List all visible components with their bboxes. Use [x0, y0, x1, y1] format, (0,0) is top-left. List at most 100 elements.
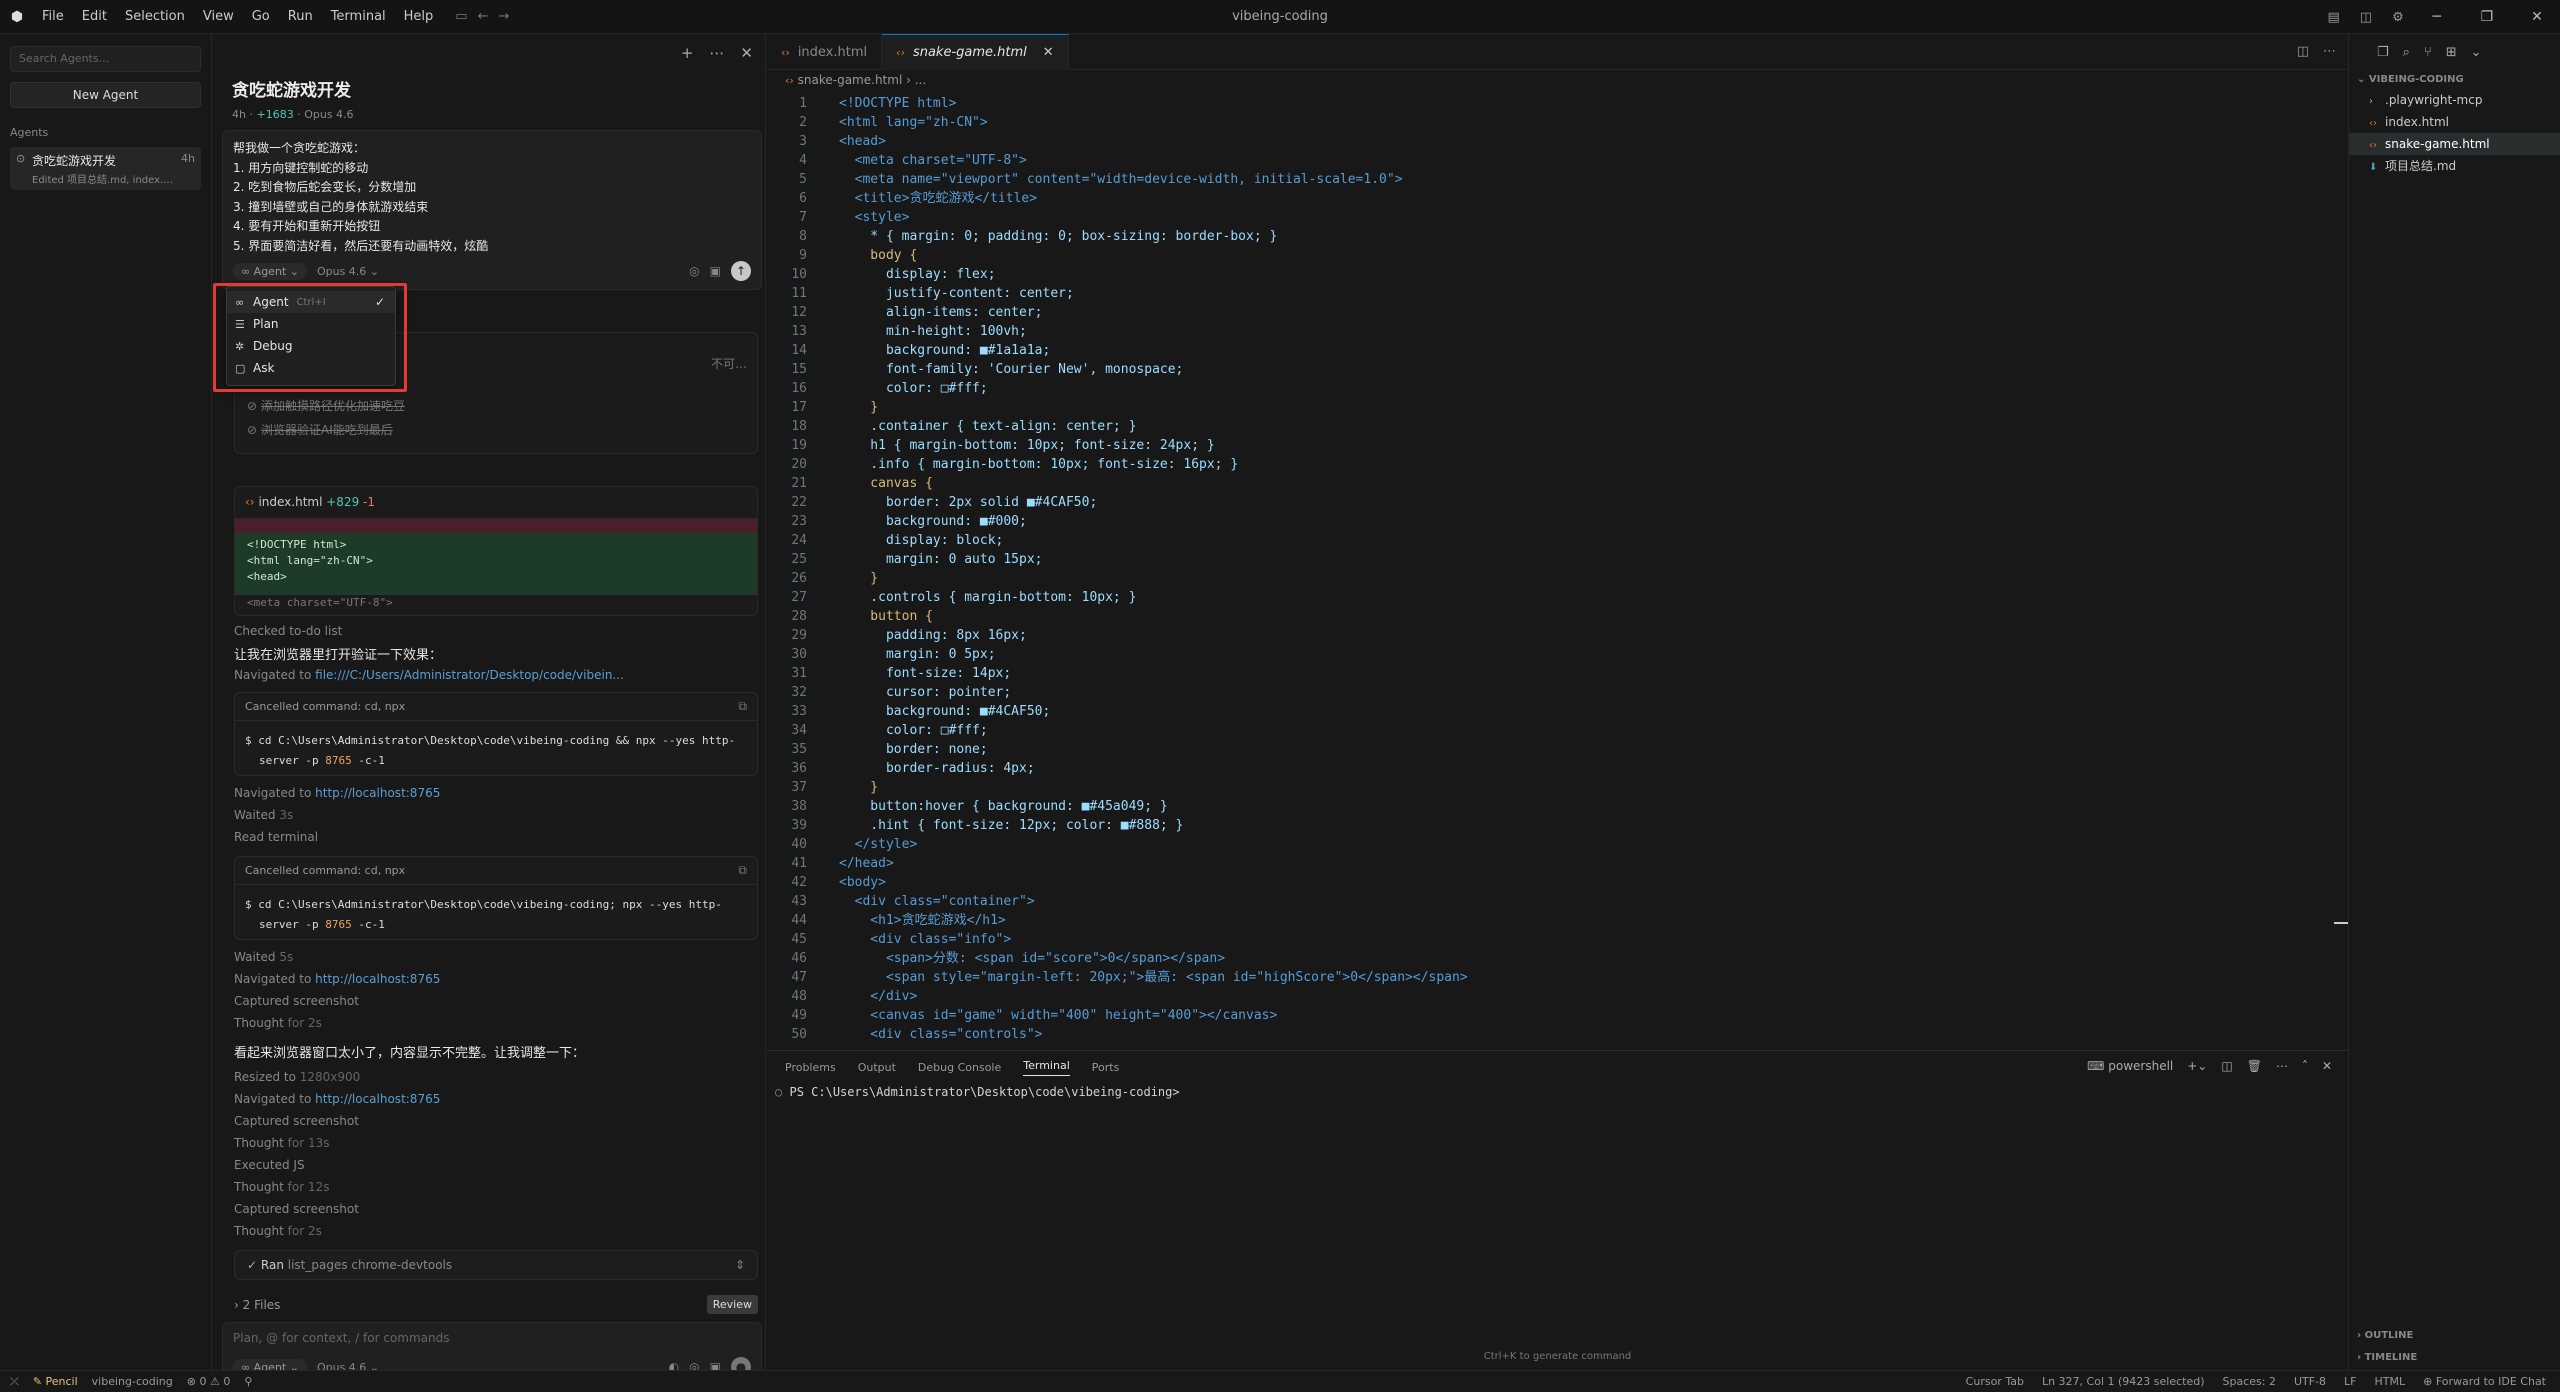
forward-arrow-icon[interactable]: → [499, 9, 510, 24]
new-terminal-plus-icon[interactable]: +⌄ [2187, 1059, 2207, 1073]
remote-icon[interactable]: ⤫ [10, 1375, 19, 1389]
tool-call-card[interactable]: ✓ Ran list_pages chrome-devtools ⇕ [234, 1250, 758, 1280]
plug-icon[interactable]: ⚲ [244, 1375, 252, 1388]
split-editor-icon[interactable]: ◫ [2297, 44, 2309, 59]
copy-icon[interactable]: ⧉ [738, 699, 747, 714]
status-workspace[interactable]: vibeing-coding [92, 1375, 173, 1388]
toggle-panel-icon[interactable]: ▤ [2317, 10, 2349, 25]
close-window-icon[interactable]: ✕ [2514, 9, 2560, 25]
explorer-item-playwright-mcp[interactable]: › .playwright-mcp [2349, 89, 2560, 111]
mode-option-plan[interactable]: ☰ Plan [227, 313, 395, 335]
menu-help[interactable]: Help [396, 9, 442, 24]
review-button[interactable]: Review [706, 1295, 758, 1314]
status-position[interactable]: Ln 327, Col 1 (9423 selected) [2042, 1375, 2205, 1388]
navigated-link[interactable]: file:///C:/Users/Administrator/Desktop/c… [315, 668, 624, 682]
thought-event: Thought for 2s [234, 1224, 322, 1238]
trash-icon[interactable]: 🗑 [2247, 1059, 2262, 1073]
menu-file[interactable]: File [34, 9, 72, 24]
new-chat-plus-icon[interactable]: + [681, 44, 694, 62]
status-forward[interactable]: ⊕ Forward to IDE Chat [2423, 1375, 2546, 1388]
explorer-item-md[interactable]: ⬇ 项目总结.md [2349, 155, 2560, 177]
status-encoding[interactable]: UTF-8 [2294, 1375, 2326, 1388]
menu-view[interactable]: View [195, 9, 242, 24]
mode-option-debug[interactable]: ✲ Debug [227, 335, 395, 357]
mode-option-ask[interactable]: ▢ Ask [227, 357, 395, 379]
breadcrumb-file[interactable]: snake-game.html [798, 73, 903, 87]
toggle-secondary-sidebar-icon[interactable]: ◫ [2350, 10, 2382, 25]
status-language[interactable]: HTML [2375, 1375, 2406, 1388]
menu-selection[interactable]: Selection [117, 9, 193, 24]
tab-problems[interactable]: Problems [785, 1061, 836, 1074]
explorer-item-snake-game-html[interactable]: ‹› snake-game.html [2349, 133, 2560, 155]
source-control-icon[interactable]: ⑂ [2424, 45, 2432, 60]
agent-item[interactable]: ⊙ 贪吃蛇游戏开发 4h Edited 项目总结.md, index.... [10, 147, 201, 190]
files-icon[interactable]: ❐ [2377, 45, 2389, 60]
minimize-icon[interactable]: ─ [2414, 9, 2460, 25]
settings-gear-icon[interactable]: ⚙ [2382, 10, 2414, 25]
close-panel-icon[interactable]: ✕ [2322, 1059, 2332, 1073]
terminal-output[interactable]: ○ PS C:\Users\Administrator\Desktop\code… [767, 1083, 2348, 1101]
tab-snake-game-html[interactable]: ‹› snake-game.html ✕ [882, 34, 1069, 70]
more-icon[interactable]: ⋯ [2276, 1059, 2288, 1073]
diff-card[interactable]: ‹› index.html +829 -1 <!DOCTYPE html> <h… [234, 486, 758, 616]
extensions-icon[interactable]: ⊞ [2446, 45, 2457, 60]
breadcrumb-more[interactable]: ... [915, 73, 926, 87]
prompt-line: 帮我做一个贪吃蛇游戏： [233, 141, 366, 155]
close-chat-icon[interactable]: ✕ [740, 44, 753, 62]
prompt-model-selector[interactable]: Opus 4.6 ⌄ [317, 265, 379, 278]
line-number: 14 [791, 343, 807, 358]
status-cursor-tab[interactable]: Cursor Tab [1966, 1375, 2024, 1388]
terminal-shell-selector[interactable]: ⌨ powershell [2087, 1059, 2173, 1073]
send-arrow-icon[interactable]: ↑ [731, 261, 751, 281]
image-icon[interactable]: ▣ [710, 264, 721, 278]
event-value: for 2s [287, 1224, 322, 1238]
explorer-item-index-html[interactable]: ‹› index.html [2349, 111, 2560, 133]
code-text: button { [839, 609, 933, 624]
search-icon[interactable]: ⌕ [2403, 45, 2410, 60]
more-icon[interactable]: ⋯ [709, 44, 724, 62]
status-problems[interactable]: ⊗ 0 ⚠ 0 [187, 1375, 231, 1388]
tab-index-html[interactable]: ‹› index.html [767, 34, 883, 70]
new-agent-button[interactable]: New Agent [10, 82, 201, 108]
tab-terminal[interactable]: Terminal [1023, 1059, 1070, 1076]
globe-icon[interactable]: ◎ [689, 264, 699, 278]
back-arrow-icon[interactable]: ← [478, 9, 489, 24]
code-text: display: block; [839, 533, 1004, 548]
chat-input-placeholder[interactable]: Plan, @ for context, / for commands [233, 1331, 751, 1345]
event-value: for 12s [287, 1180, 330, 1194]
code-text: .container { text-align: center; } [839, 419, 1137, 434]
changed-files-label[interactable]: 2 Files [243, 1298, 281, 1312]
expand-chevron-icon[interactable]: ⇕ [735, 1258, 745, 1272]
chevron-down-icon[interactable]: ⌄ [2471, 45, 2482, 60]
tab-output[interactable]: Output [858, 1061, 896, 1074]
code-editor[interactable]: 1 <!DOCTYPE html> 2 <html lang="zh-CN"> 3 <he… [767, 94, 2348, 1048]
timeline-section[interactable]: › TIMELINE [2357, 1352, 2417, 1363]
navigated-link[interactable]: http://localhost:8765 [315, 972, 440, 986]
close-tab-icon[interactable]: ✕ [1043, 45, 1054, 60]
maximize-panel-icon[interactable]: ˄ [2302, 1059, 2308, 1073]
explorer-root[interactable]: ⌄ VIBEING-CODING [2349, 70, 2560, 89]
user-prompt-box[interactable]: 帮我做一个贪吃蛇游戏： 1. 用方向键控制蛇的移动 2. 吃到食物后蛇会变长，分… [222, 130, 762, 290]
search-agents-input[interactable]: Search Agents... [10, 46, 201, 72]
navigated-link[interactable]: http://localhost:8765 [315, 1092, 440, 1106]
menu-terminal[interactable]: Terminal [323, 9, 394, 24]
code-text: <html lang="zh-CN"> [839, 115, 988, 130]
menu-go[interactable]: Go [244, 9, 278, 24]
restore-icon[interactable]: ❐ [2464, 9, 2510, 25]
tab-ports[interactable]: Ports [1092, 1061, 1120, 1074]
menu-run[interactable]: Run [280, 9, 321, 24]
navigated-link[interactable]: http://localhost:8765 [315, 786, 440, 800]
tab-debug-console[interactable]: Debug Console [918, 1061, 1001, 1074]
status-spaces[interactable]: Spaces: 2 [2223, 1375, 2276, 1388]
chevron-right-icon[interactable]: › [234, 1298, 239, 1312]
status-eol[interactable]: LF [2344, 1375, 2356, 1388]
prompt-mode-selector[interactable]: ∞ Agent ⌄ [233, 262, 307, 280]
status-mode[interactable]: ✎ Pencil [33, 1375, 78, 1388]
copy-icon[interactable]: ⧉ [738, 863, 747, 878]
more-actions-icon[interactable]: ⋯ [2323, 44, 2336, 59]
outline-section[interactable]: › OUTLINE [2357, 1330, 2413, 1341]
toggle-sidebar-icon[interactable]: ▭ [455, 9, 467, 24]
mode-option-agent[interactable]: ∞ Agent Ctrl+I ✓ [227, 291, 395, 313]
split-terminal-icon[interactable]: ◫ [2221, 1059, 2232, 1073]
menu-edit[interactable]: Edit [74, 9, 115, 24]
